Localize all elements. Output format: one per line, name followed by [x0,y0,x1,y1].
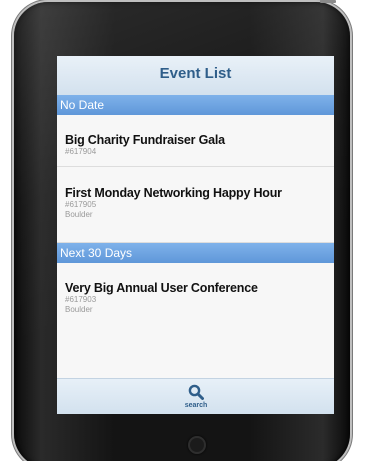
event-location: Boulder [65,210,93,219]
event-title: First Monday Networking Happy Hour [65,186,282,200]
section-header-no-date: No Date [57,95,334,115]
event-location: Boulder [65,305,93,314]
tab-bar: search [57,378,334,414]
list-item[interactable]: Very Big Annual User Conference #617903 … [57,263,334,378]
list-item[interactable]: First Monday Networking Happy Hour #6179… [57,167,334,243]
event-title: Big Charity Fundraiser Gala [65,133,225,147]
event-id: #617904 [65,147,97,156]
section-header-next-30-days: Next 30 Days [57,243,334,263]
event-id: #617903 [65,295,97,304]
search-icon [188,384,204,400]
page-title: Event List [159,65,232,82]
search-tab[interactable]: search [175,381,217,413]
home-button[interactable] [188,436,206,454]
event-title: Very Big Annual User Conference [65,281,258,295]
search-tab-label: search [184,402,208,409]
tablet-device: Event List No Date Big Charity Fundraise… [0,0,366,461]
list-item[interactable]: Big Charity Fundraiser Gala #617904 [57,115,334,167]
power-button [320,0,336,3]
app-screen: Event List No Date Big Charity Fundraise… [57,56,334,414]
event-id: #617905 [65,200,97,209]
app-header: Event List [57,56,334,96]
